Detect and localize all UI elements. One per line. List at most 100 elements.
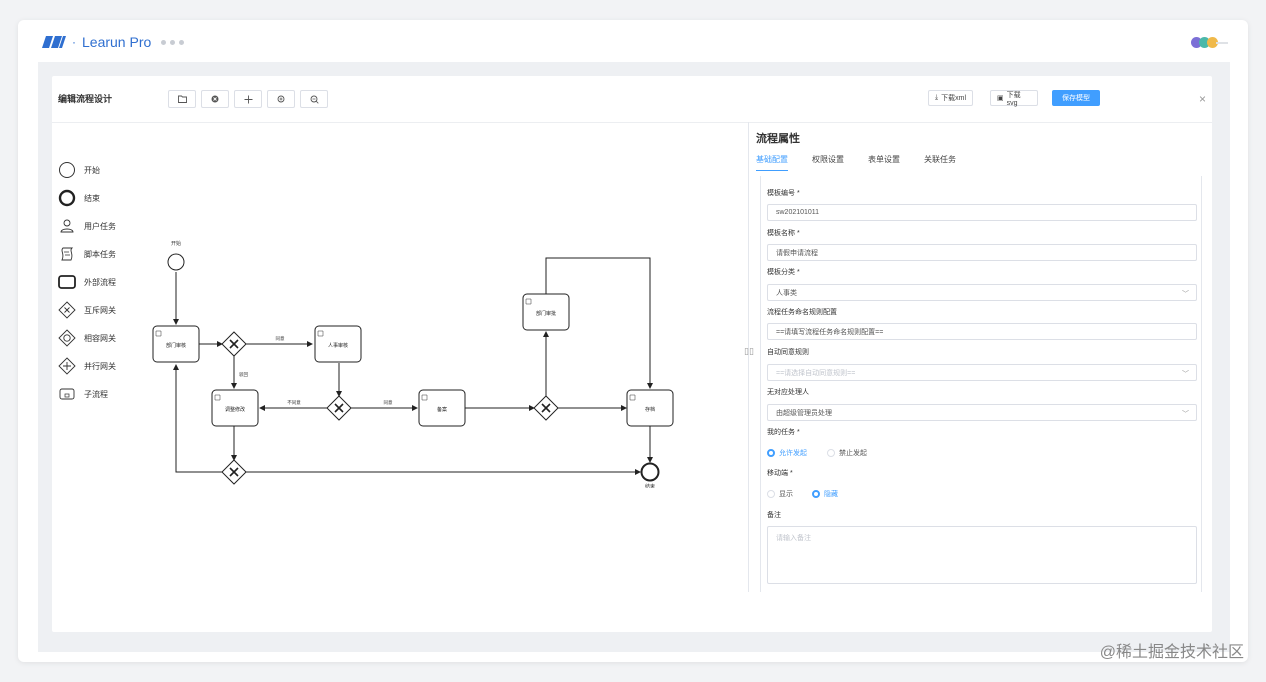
end-event[interactable]: 结束 (640, 462, 660, 489)
external-process-icon (58, 273, 76, 291)
radio-mobile-hide[interactable]: 隐藏 (812, 489, 838, 499)
radio-allow-initiate[interactable]: 允许发起 (767, 448, 807, 458)
close-circle-icon (211, 95, 219, 103)
save-model-button[interactable]: 保存模型 (1052, 90, 1100, 106)
zoom-out-icon (310, 95, 319, 104)
download-icon: ⤓ (935, 94, 939, 101)
user-task-icon (58, 217, 76, 235)
chevron-down-icon: ﹀ (1182, 411, 1189, 418)
tab-permissions[interactable]: 权限设置 (812, 154, 844, 172)
task-dept-review[interactable]: 部门审核 (152, 325, 200, 363)
exclusive-gateway-1[interactable] (221, 331, 247, 357)
flow-label-disagree: 不同意 (287, 399, 301, 406)
folder-open-icon (177, 95, 187, 103)
editor-card: 编辑流程设计 ⤓ 下载xml ▣ 下载svg 保存模型 × 开始 结束 用户任务… (52, 76, 1212, 632)
exclusive-gateway-3[interactable] (533, 395, 559, 421)
image-icon: ▣ (997, 95, 1004, 102)
palette-item-parallel-gateway[interactable]: 并行网关 (58, 352, 116, 380)
template-name-field[interactable]: 请假申请流程 (767, 244, 1197, 261)
svg-text:调整修改: 调整修改 (225, 406, 245, 413)
remark-label: 备注 (767, 512, 781, 519)
top-bar: · Learun Pro (18, 20, 1248, 66)
palette-item-end[interactable]: 结束 (58, 184, 116, 212)
zoom-out-button[interactable] (300, 90, 328, 108)
auto-agree-select[interactable]: ==请选择自动同意规则== ﹀ (767, 364, 1197, 381)
radio-hide-label: 隐藏 (824, 491, 838, 498)
mobile-label: 移动端 * (767, 470, 793, 477)
script-task-icon (58, 245, 76, 263)
tab-form-settings[interactable]: 表单设置 (868, 154, 900, 172)
svg-text:部门审批: 部门审批 (536, 310, 556, 317)
element-palette: 开始 结束 用户任务 脚本任务 外部流程 互斥网关 相容网关 并行网关 子流程 (58, 156, 116, 408)
tab-basic-config[interactable]: 基础配置 (756, 154, 788, 171)
panel-title: 流程属性 (756, 133, 800, 145)
task-archive[interactable]: 存档 (626, 389, 674, 427)
palette-label: 开始 (84, 165, 100, 175)
brand-separator: · (72, 35, 76, 49)
subprocess-icon (58, 385, 76, 403)
panel-divider (748, 122, 749, 592)
zoom-in-button[interactable] (267, 90, 295, 108)
chevron-down-icon: ﹀ (1182, 291, 1189, 298)
download-svg-label: 下载svg (1006, 91, 1021, 107)
template-name-label: 模板名称 * (767, 230, 800, 237)
palette-item-script-task[interactable]: 脚本任务 (58, 240, 116, 268)
parallel-gateway-icon (58, 357, 76, 375)
download-xml-button[interactable]: ⤓ 下载xml (928, 90, 973, 106)
flow-label-agree: 同意 (276, 335, 285, 342)
palette-label: 并行网关 (84, 361, 116, 371)
naming-rule-label: 流程任务命名规则配置 (767, 309, 837, 316)
palette-label: 用户任务 (84, 221, 116, 231)
start-event[interactable]: 开始 (167, 240, 185, 271)
task-adjust[interactable]: 调整修改 (211, 389, 259, 427)
no-handler-select[interactable]: 由超级管理员处理 ﹀ (767, 404, 1197, 421)
template-code-field[interactable]: sw202101011 (767, 204, 1197, 221)
remark-textarea[interactable]: 请输入备注 (767, 526, 1197, 584)
template-code-label: 模板编号 * (767, 190, 800, 197)
auto-agree-placeholder: ==请选择自动同意规则== (776, 369, 856, 377)
move-button[interactable] (234, 90, 262, 108)
svg-text:部门审核: 部门审核 (166, 342, 186, 349)
watermark: @稀土掘金技术社区 (1099, 644, 1244, 661)
task-dept-approve[interactable]: 部门审批 (522, 293, 570, 331)
auto-agree-label: 自动同意规则 (767, 349, 809, 356)
palette-item-user-task[interactable]: 用户任务 (58, 212, 116, 240)
chevron-down-icon: ﹀ (1182, 371, 1189, 378)
palette-item-inclusive-gateway[interactable]: 相容网关 (58, 324, 116, 352)
palette-item-exclusive-gateway[interactable]: 互斥网关 (58, 296, 116, 324)
theme-dots[interactable] (1191, 37, 1218, 48)
palette-item-subprocess[interactable]: 子流程 (58, 380, 116, 408)
task-hr-review[interactable]: 人事审核 (314, 325, 362, 363)
content-area: 编辑流程设计 ⤓ 下载xml ▣ 下载svg 保存模型 × 开始 结束 用户任务… (38, 62, 1230, 652)
exclusive-gateway-2[interactable] (326, 395, 352, 421)
more-dots-icon[interactable] (161, 40, 184, 45)
basic-config-form: 模板编号 * sw202101011 模板名称 * 请假申请流程 模板分类 * … (760, 176, 1202, 592)
clear-button[interactable] (201, 90, 229, 108)
my-task-label: 我的任务 * (767, 429, 800, 436)
open-file-button[interactable] (168, 90, 196, 108)
resize-handle-icon[interactable]: ▯▯ (744, 346, 754, 357)
download-xml-label: 下载xml (941, 95, 966, 102)
task-record[interactable]: 备案 (418, 389, 466, 427)
close-icon[interactable]: × (1199, 92, 1206, 106)
minimize-icon[interactable] (1216, 42, 1228, 44)
svg-text:人事审核: 人事审核 (328, 342, 348, 349)
exclusive-gateway-4[interactable] (221, 459, 247, 485)
template-category-select[interactable]: 人事类 ﹀ (767, 284, 1197, 301)
exclusive-gateway-icon (58, 301, 76, 319)
naming-rule-field[interactable]: ==请填写流程任务命名规则配置== (767, 323, 1197, 340)
radio-mobile-show[interactable]: 显示 (767, 489, 793, 499)
template-category-label: 模板分类 * (767, 269, 800, 276)
logo[interactable]: · Learun Pro (42, 34, 151, 50)
radio-show-label: 显示 (779, 491, 793, 498)
panel-tabs: 基础配置 权限设置 表单设置 关联任务 (756, 154, 1202, 172)
palette-item-external[interactable]: 外部流程 (58, 268, 116, 296)
radio-forbid-initiate[interactable]: 禁止发起 (827, 448, 867, 458)
bpmn-canvas[interactable]: 开始 结束 部门审核 人事审核 调整修改 备案 部门审批 存档 同意 驳回 不同… (142, 188, 682, 488)
palette-label: 互斥网关 (84, 305, 116, 315)
palette-label: 外部流程 (84, 277, 116, 287)
palette-item-start[interactable]: 开始 (58, 156, 116, 184)
tab-related-tasks[interactable]: 关联任务 (924, 154, 956, 172)
download-svg-button[interactable]: ▣ 下载svg (990, 90, 1038, 107)
palette-label: 脚本任务 (84, 249, 116, 259)
